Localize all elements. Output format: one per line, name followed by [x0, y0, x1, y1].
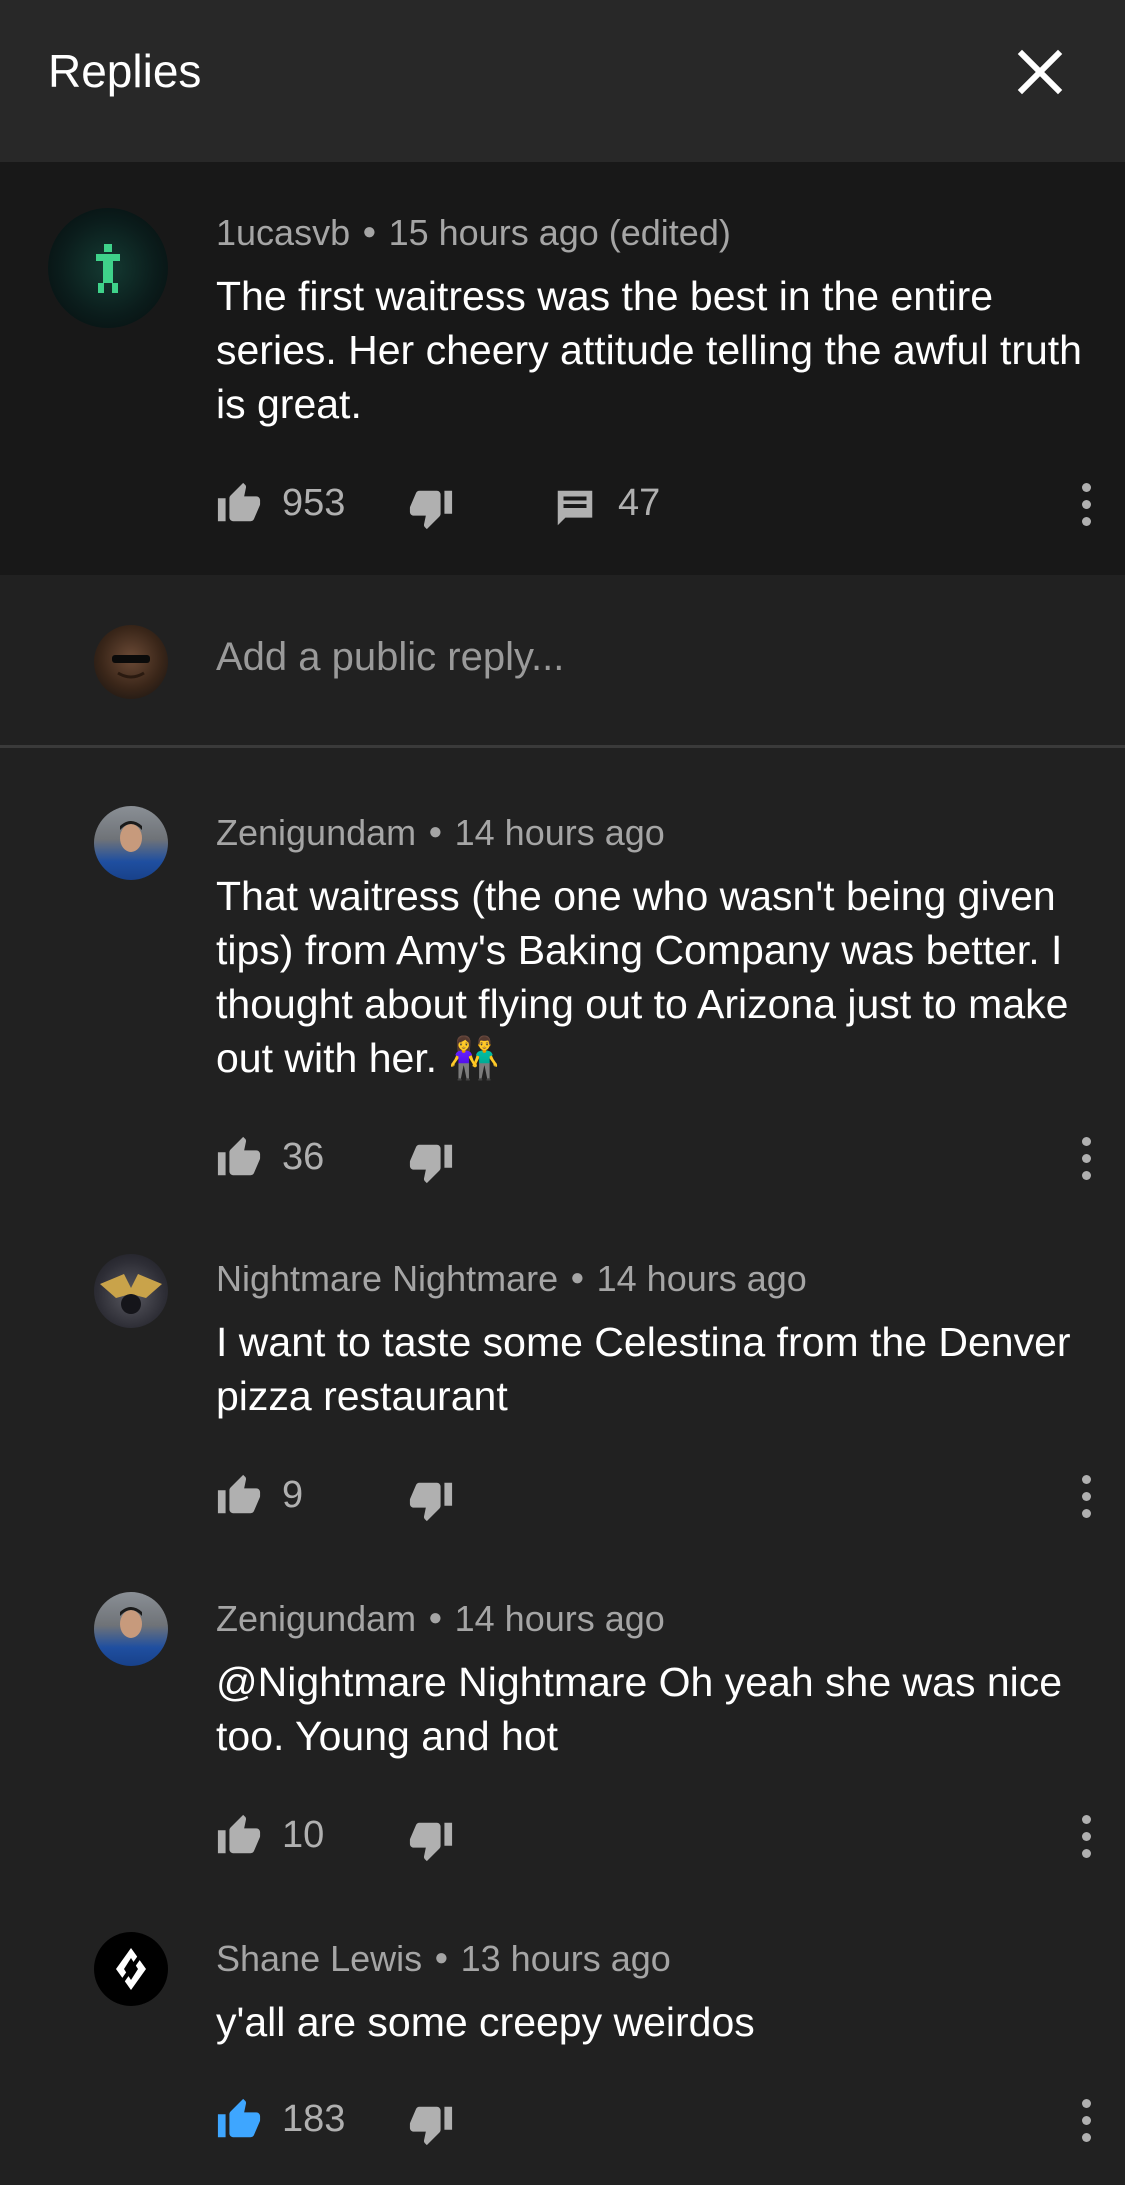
like-button[interactable]: [216, 474, 262, 534]
thumbs-down-icon: [409, 1482, 453, 1522]
comment-actions: 953 47: [216, 474, 1096, 534]
comment-time: 14 hours ago: [454, 1598, 665, 1639]
comment-meta: Zenigundam ● 14 hours ago: [216, 1598, 665, 1639]
comment-meta: Shane Lewis ● 13 hours ago: [216, 1938, 671, 1979]
diamond-logo-icon: [116, 1948, 146, 1990]
dislike-button[interactable]: [408, 2094, 454, 2154]
parent-comment: 1ucasvb ● 15 hours ago (edited) The first …: [0, 162, 1125, 575]
avatar-face-icon: [120, 1607, 142, 1638]
like-count: 36: [282, 1136, 325, 1178]
reply-comment: Zenigundam ● 14 hours ago That waitress (t…: [0, 748, 1125, 1188]
close-icon: [1017, 49, 1063, 95]
more-options-button[interactable]: [1066, 1806, 1106, 1866]
header-title: Replies: [48, 45, 202, 97]
close-button[interactable]: [1010, 42, 1070, 102]
comment-icon: [557, 490, 593, 526]
comment-author[interactable]: Nightmare Nightmare: [216, 1258, 558, 1299]
avatar[interactable]: [48, 208, 168, 328]
thumbs-down-icon: [409, 1822, 453, 1862]
reply-count-button[interactable]: [552, 478, 598, 538]
avatar-face-icon: [112, 655, 150, 679]
reply-comment: Nightmare Nightmare ● 14 hours ago I want …: [0, 1188, 1125, 1528]
add-reply-bar: Add a public reply...: [0, 575, 1125, 748]
dislike-button[interactable]: [408, 1470, 454, 1530]
reply-input[interactable]: Add a public reply...: [216, 635, 564, 680]
like-button[interactable]: [216, 2090, 262, 2150]
comment-meta: 1ucasvb ● 15 hours ago (edited): [216, 212, 731, 253]
like-button[interactable]: [216, 1466, 262, 1526]
more-vert-icon: [1081, 2095, 1091, 2146]
dislike-button[interactable]: [408, 1132, 454, 1192]
avatar-image-icon: [100, 1274, 162, 1314]
thumbs-up-icon: [217, 1814, 261, 1854]
thumbs-up-icon: [217, 482, 261, 522]
comment-meta: Nightmare Nightmare ● 14 hours ago: [216, 1258, 807, 1299]
thumbs-up-icon: [217, 2098, 261, 2138]
avatar[interactable]: [94, 1592, 168, 1666]
like-count: 953: [282, 482, 346, 524]
thumbs-up-icon: [217, 1136, 261, 1176]
avatar-face-icon: [120, 821, 142, 852]
comment-time: 14 hours ago: [596, 1258, 807, 1299]
thumbs-up-icon: [217, 1474, 261, 1514]
reply-count: 47: [618, 482, 661, 524]
more-vert-icon: [1081, 1133, 1091, 1184]
user-avatar: [94, 625, 168, 699]
comment-author[interactable]: Zenigundam: [216, 812, 416, 853]
like-count: 183: [282, 2098, 346, 2140]
comment-text: y'all are some creepy weirdos: [216, 1999, 755, 2045]
comment-meta: Zenigundam ● 14 hours ago: [216, 812, 665, 853]
thumbs-down-icon: [409, 490, 453, 530]
more-vert-icon: [1081, 479, 1091, 530]
more-options-button[interactable]: [1066, 2090, 1106, 2150]
comment-time: 15 hours ago (edited): [388, 212, 731, 253]
like-count: 10: [282, 1814, 325, 1856]
more-options-button[interactable]: [1066, 1466, 1106, 1526]
replies-header: Replies: [0, 0, 1125, 162]
comment-actions: 183: [216, 2090, 1096, 2150]
reply-comment: Zenigundam ● 14 hours ago @Nightmare Night…: [0, 1528, 1125, 1868]
comment-text: That waitress (the one who wasn't being …: [216, 873, 1069, 1081]
avatar[interactable]: [94, 1932, 168, 2006]
more-options-button[interactable]: [1066, 1128, 1106, 1188]
dislike-button[interactable]: [408, 478, 454, 538]
avatar[interactable]: [94, 806, 168, 880]
like-button[interactable]: [216, 1806, 262, 1866]
comment-actions: 10: [216, 1806, 1096, 1866]
like-button[interactable]: [216, 1128, 262, 1188]
reply-comment: Shane Lewis ● 13 hours ago y'all are some …: [0, 1868, 1125, 2185]
comment-text: I want to taste some Celestina from the …: [216, 1319, 1071, 1419]
comment-time: 13 hours ago: [460, 1938, 671, 1979]
comment-actions: 9: [216, 1466, 1096, 1526]
comment-text: @Nightmare Nightmare Oh yeah she was nic…: [216, 1659, 1063, 1759]
comment-time: 14 hours ago: [454, 812, 665, 853]
avatar[interactable]: [94, 1254, 168, 1328]
comment-author[interactable]: 1ucasvb: [216, 212, 350, 253]
comment-actions: 36: [216, 1128, 1096, 1188]
more-options-button[interactable]: [1066, 474, 1106, 534]
avatar-pixel-figure-icon: [96, 244, 120, 293]
thumbs-down-icon: [409, 1144, 453, 1184]
comment-author[interactable]: Zenigundam: [216, 1598, 416, 1639]
dislike-button[interactable]: [408, 1810, 454, 1870]
like-count: 9: [282, 1474, 304, 1516]
more-vert-icon: [1081, 1471, 1091, 1522]
comment-text: The first waitress was the best in the e…: [216, 273, 1082, 427]
comment-author[interactable]: Shane Lewis: [216, 1938, 422, 1979]
more-vert-icon: [1081, 1811, 1091, 1862]
thumbs-down-icon: [409, 2106, 453, 2146]
